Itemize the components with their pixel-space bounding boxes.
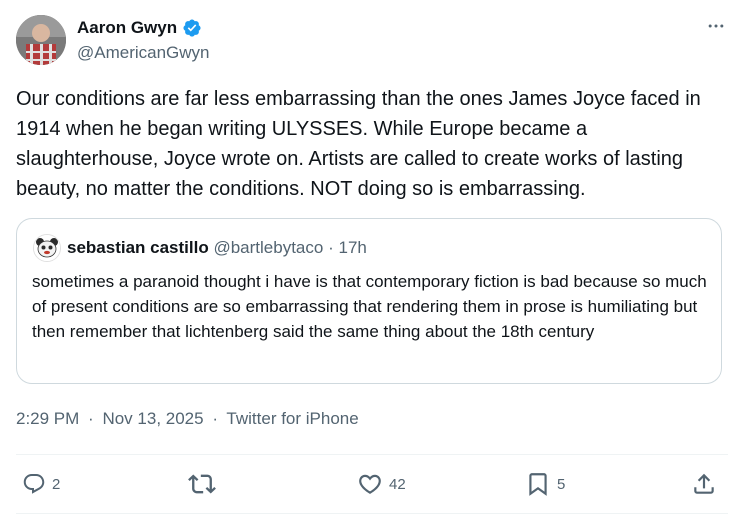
quote-author-name[interactable]: sebastian castillo xyxy=(67,238,209,257)
reply-icon xyxy=(22,472,46,496)
heart-icon xyxy=(357,471,383,497)
post-metadata: 2:29 PM · Nov 13, 2025 · Twitter for iPh… xyxy=(16,408,359,430)
author-handle[interactable]: @AmericanGwyn xyxy=(77,42,210,64)
reply-count: 2 xyxy=(52,475,61,493)
quote-separator: · xyxy=(328,238,334,257)
quote-author-handle[interactable]: @bartlebytaco xyxy=(213,238,323,257)
repost-icon xyxy=(188,470,216,498)
divider xyxy=(16,454,728,455)
quote-author-avatar[interactable] xyxy=(33,234,61,262)
author-name-text: Aaron Gwyn xyxy=(77,18,178,37)
meta-separator: · xyxy=(88,409,94,428)
like-count: 42 xyxy=(389,475,406,493)
repost-button[interactable] xyxy=(188,470,222,498)
post-source: Twitter for iPhone xyxy=(226,409,359,428)
quote-timestamp[interactable]: 17h xyxy=(338,238,366,257)
post-card: Aaron Gwyn @AmericanGwyn Our conditions … xyxy=(0,0,750,517)
post-date[interactable]: Nov 13, 2025 xyxy=(102,409,203,428)
bookmark-button[interactable]: 5 xyxy=(525,470,565,498)
author-avatar[interactable] xyxy=(16,15,66,65)
share-icon xyxy=(691,471,717,497)
bookmark-icon xyxy=(525,471,551,497)
post-time[interactable]: 2:29 PM xyxy=(16,409,79,428)
author-name[interactable]: Aaron Gwyn xyxy=(77,17,202,39)
share-button[interactable] xyxy=(691,470,717,498)
like-button[interactable]: 42 xyxy=(357,470,406,498)
quoted-post[interactable]: sebastian castillo @bartlebytaco · 17h s… xyxy=(16,218,722,384)
reply-button[interactable]: 2 xyxy=(22,470,60,498)
post-text: Our conditions are far less embarrassing… xyxy=(16,88,701,200)
quote-header: sebastian castillo @bartlebytaco · 17h xyxy=(67,237,367,259)
bookmark-count: 5 xyxy=(557,475,566,493)
more-options-button[interactable] xyxy=(702,14,730,42)
more-horizontal-icon xyxy=(706,16,726,41)
meta-separator: · xyxy=(212,409,218,428)
quote-text: sometimes a paranoid thought i have is t… xyxy=(32,272,707,341)
divider xyxy=(16,513,728,514)
verified-badge-icon[interactable] xyxy=(182,18,202,38)
